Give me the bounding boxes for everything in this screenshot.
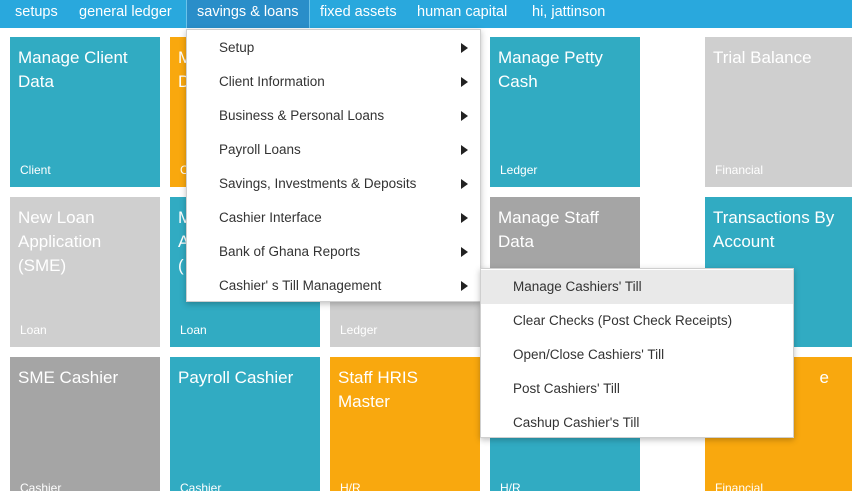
savings-loans-dropdown: Setup Client Information Business & Pers… — [186, 29, 481, 302]
nav-human-capital[interactable]: human capital — [417, 0, 507, 25]
submenu-item-open-close-cashiers-till[interactable]: Open/Close Cashiers' Till — [481, 338, 793, 372]
top-nav-bar: setups general ledger savings & loans fi… — [0, 0, 852, 28]
tile-title: Manage Petty Cash — [498, 48, 603, 91]
tile-category: Ledger — [340, 323, 378, 337]
menu-item-cashiers-till-management[interactable]: Cashier' s Till Management — [187, 269, 480, 303]
tile-title: Trial Balance — [713, 48, 812, 67]
tile-title: New Loan Application (SME) — [18, 208, 102, 275]
tile-category: H/R — [340, 481, 361, 491]
tile-new-loan-application-sme[interactable]: New Loan Application (SME) Loan — [10, 197, 160, 347]
menu-item-business-personal-loans[interactable]: Business & Personal Loans — [187, 99, 480, 133]
tile-title: e — [819, 368, 829, 387]
caret-right-icon — [461, 179, 468, 189]
tile-manage-petty-cash[interactable]: Manage Petty Cash Ledger — [490, 37, 640, 187]
submenu-item-label: Post Cashiers' Till — [513, 381, 620, 396]
submenu-item-manage-cashiers-till[interactable]: Manage Cashiers' Till — [481, 270, 793, 304]
submenu-item-label: Cashup Cashier's Till — [513, 415, 640, 430]
caret-right-icon — [461, 281, 468, 291]
tile-category: Ledger — [500, 163, 538, 177]
menu-item-label: Cashier' s Till Management — [219, 278, 382, 293]
submenu-item-label: Manage Cashiers' Till — [513, 279, 642, 294]
tile-category: Financial — [715, 163, 764, 177]
tile-category: Cashier — [180, 481, 222, 491]
caret-right-icon — [461, 111, 468, 121]
tile-title: Payroll Cashier — [178, 368, 294, 387]
tile-category: Loan — [180, 323, 207, 337]
nav-user-greeting[interactable]: hi, jattinson — [532, 0, 605, 25]
tile-sme-cashier[interactable]: SME Cashier Cashier — [10, 357, 160, 491]
menu-item-savings-investments-deposits[interactable]: Savings, Investments & Deposits — [187, 167, 480, 201]
tile-category: Loan — [20, 323, 47, 337]
nav-fixed-assets[interactable]: fixed assets — [320, 0, 397, 25]
nav-setups[interactable]: setups — [15, 0, 58, 25]
tile-category: Financial — [715, 481, 764, 491]
caret-right-icon — [461, 247, 468, 257]
tile-category: Client — [20, 163, 51, 177]
menu-item-label: Business & Personal Loans — [219, 108, 385, 123]
menu-item-cashier-interface[interactable]: Cashier Interface — [187, 201, 480, 235]
tile-title: Manage Client Data — [18, 48, 128, 91]
tile-manage-client-data[interactable]: Manage Client Data Client — [10, 37, 160, 187]
submenu-item-cashup-cashiers-till[interactable]: Cashup Cashier's Till — [481, 406, 793, 440]
cashiers-till-submenu: Manage Cashiers' Till Clear Checks (Post… — [480, 268, 794, 438]
menu-item-label: Cashier Interface — [219, 210, 322, 225]
nav-general-ledger[interactable]: general ledger — [79, 0, 172, 25]
submenu-item-label: Open/Close Cashiers' Till — [513, 347, 665, 362]
tile-category: Cashier — [20, 481, 62, 491]
tile-trial-balance[interactable]: Trial Balance Financial — [705, 37, 852, 187]
menu-item-label: Bank of Ghana Reports — [219, 244, 361, 259]
tile-title: Transactions By Account — [713, 208, 835, 251]
submenu-item-post-cashiers-till[interactable]: Post Cashiers' Till — [481, 372, 793, 406]
tile-title: Staff HRIS Master — [338, 368, 418, 411]
tile-staff-hris-master[interactable]: Staff HRIS Master H/R — [330, 357, 480, 491]
caret-right-icon — [461, 213, 468, 223]
tile-payroll-cashier[interactable]: Payroll Cashier Cashier — [170, 357, 320, 491]
menu-item-client-information[interactable]: Client Information — [187, 65, 480, 99]
submenu-item-clear-checks[interactable]: Clear Checks (Post Check Receipts) — [481, 304, 793, 338]
tile-title: Manage Staff Data — [498, 208, 599, 251]
menu-item-label: Savings, Investments & Deposits — [219, 176, 417, 191]
menu-item-label: Client Information — [219, 74, 325, 89]
menu-item-bank-of-ghana-reports[interactable]: Bank of Ghana Reports — [187, 235, 480, 269]
tile-category: H/R — [500, 481, 521, 491]
tile-title: SME Cashier — [18, 368, 119, 387]
caret-right-icon — [461, 145, 468, 155]
menu-item-label: Payroll Loans — [219, 142, 301, 157]
submenu-item-label: Clear Checks (Post Check Receipts) — [513, 313, 733, 328]
caret-right-icon — [461, 43, 468, 53]
menu-item-payroll-loans[interactable]: Payroll Loans — [187, 133, 480, 167]
menu-item-label: Setup — [219, 40, 255, 55]
menu-item-setup[interactable]: Setup — [187, 31, 480, 65]
nav-savings-loans[interactable]: savings & loans — [186, 0, 310, 28]
caret-right-icon — [461, 77, 468, 87]
